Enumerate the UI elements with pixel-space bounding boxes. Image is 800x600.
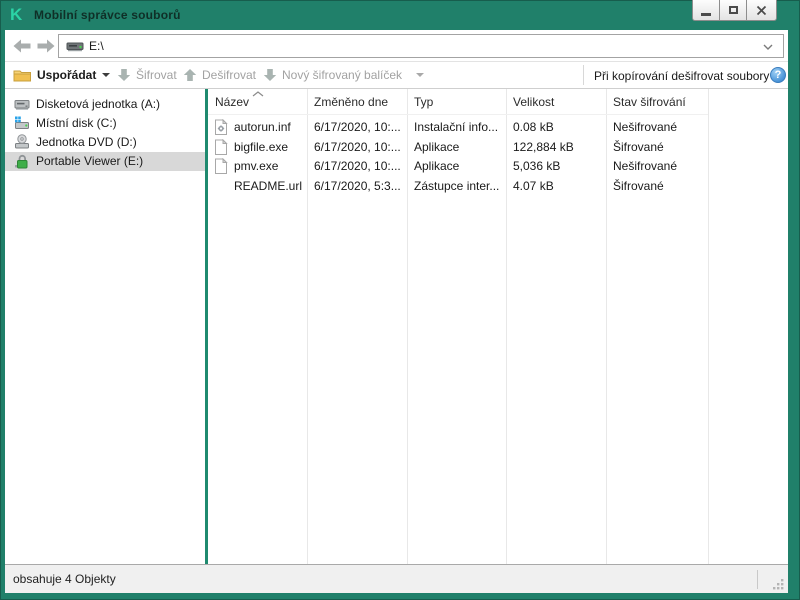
drive-label: Portable Viewer (E:) <box>36 154 144 168</box>
back-button[interactable] <box>11 38 33 54</box>
sidebar-item-drive-c[interactable]: Místní disk (C:) <box>5 114 205 133</box>
file-encryption-status: Nešifrované <box>613 120 678 134</box>
file-type: Zástupce inter... <box>414 179 500 193</box>
file-name: autorun.inf <box>234 120 291 134</box>
arrow-down-icon <box>117 69 131 81</box>
window-title: Mobilní správce souborů <box>34 8 181 22</box>
navigation-bar: E:\ <box>5 30 788 62</box>
header-divider <box>208 114 708 115</box>
sidebar-item-drive-e-selected[interactable]: Portable Viewer (E:) <box>5 152 205 171</box>
maximize-button[interactable] <box>719 0 747 21</box>
generic-file-icon <box>215 139 228 155</box>
file-encryption-status: Šifrované <box>613 140 664 154</box>
file-modified: 6/17/2020, 10:... <box>314 120 401 134</box>
file-row-readme-url[interactable]: README.url 6/17/2020, 5:3... Zástupce in… <box>208 177 788 196</box>
address-bar[interactable]: E:\ <box>58 34 784 58</box>
minimize-button[interactable] <box>692 0 720 21</box>
toolbar-separator <box>583 65 584 85</box>
column-header-modified[interactable]: Změněno dne <box>314 89 388 114</box>
close-icon <box>756 5 767 15</box>
file-list: Název Změněno dne Typ Velikost Stav šifr… <box>208 89 788 564</box>
file-size: 4.07 kB <box>513 179 554 193</box>
organize-label: Uspořádat <box>37 68 97 82</box>
file-encryption-status: Šifrované <box>613 179 664 193</box>
minimize-icon <box>701 12 711 16</box>
file-name: bigfile.exe <box>234 140 289 154</box>
organize-button[interactable]: Uspořádat <box>13 62 111 88</box>
folder-icon <box>13 70 31 81</box>
encrypt-button[interactable]: Šifrovat <box>117 62 177 88</box>
setup-info-file-icon <box>215 119 228 135</box>
status-text: obsahuje 4 Objekty <box>13 572 116 586</box>
file-name: README.url <box>234 179 303 193</box>
arrow-up-icon <box>183 69 197 81</box>
maximize-icon <box>728 6 738 14</box>
sort-ascending-icon <box>252 91 264 97</box>
file-size: 122,884 kB <box>513 140 574 154</box>
file-type: Aplikace <box>414 159 460 173</box>
encrypt-label: Šifrovat <box>136 68 177 82</box>
drive-label: Disketová jednotka (A:) <box>36 97 161 111</box>
statusbar-separator <box>757 570 758 589</box>
file-row-bigfile-exe[interactable]: bigfile.exe 6/17/2020, 10:... Aplikace 1… <box>208 138 788 157</box>
window-controls <box>692 0 777 21</box>
hard-drive-icon <box>15 116 29 129</box>
file-type: Instalační info... <box>414 120 499 134</box>
floppy-drive-icon <box>14 100 30 110</box>
sidebar-item-drive-d[interactable]: Jednotka DVD (D:) <box>5 133 205 152</box>
help-icon[interactable] <box>770 67 786 83</box>
file-size: 0.08 kB <box>513 120 554 134</box>
dvd-drive-icon <box>15 134 29 149</box>
status-bar: obsahuje 4 Objekty <box>5 564 788 593</box>
file-modified: 6/17/2020, 10:... <box>314 140 401 154</box>
file-name: pmv.exe <box>234 159 279 173</box>
titlebar: K Mobilní správce souborů <box>0 0 800 30</box>
address-path: E:\ <box>89 39 104 53</box>
chevron-down-icon[interactable] <box>763 44 773 51</box>
drive-icon <box>66 42 84 52</box>
file-row-pmv-exe[interactable]: pmv.exe 6/17/2020, 10:... Aplikace 5,036… <box>208 157 788 176</box>
new-package-dropdown-caret-icon <box>416 73 425 77</box>
generic-file-icon <box>215 158 228 174</box>
file-size: 5,036 kB <box>513 159 561 173</box>
drive-label: Místní disk (C:) <box>36 116 117 130</box>
forward-button[interactable] <box>35 38 57 54</box>
new-encrypted-package-label: Nový šifrovaný balíček <box>282 68 403 82</box>
file-row-autorun-inf[interactable]: autorun.inf 6/17/2020, 10:... Instalační… <box>208 118 788 137</box>
drive-list: Disketová jednotka (A:) Místní disk (C:)… <box>5 89 205 564</box>
column-header-size[interactable]: Velikost <box>513 89 554 114</box>
organize-dropdown-caret-icon <box>102 73 111 77</box>
decrypt-on-copy-label: Při kopírování dešifrovat soubory <box>594 69 770 83</box>
new-encrypted-package-button[interactable]: Nový šifrovaný balíček <box>263 62 425 88</box>
decrypt-label: Dešifrovat <box>202 68 257 82</box>
file-encryption-status: Nešifrované <box>613 159 678 173</box>
arrow-down-icon <box>263 69 277 81</box>
column-header-name[interactable]: Název <box>215 89 249 114</box>
file-modified: 6/17/2020, 10:... <box>314 159 401 173</box>
column-header-type[interactable]: Typ <box>414 89 433 114</box>
column-header-encryption-status[interactable]: Stav šifrování <box>613 89 686 114</box>
resize-grip-icon[interactable] <box>772 578 784 590</box>
sidebar-item-drive-a[interactable]: Disketová jednotka (A:) <box>5 95 205 114</box>
toolbar: Uspořádat Šifrovat Dešifrovat Nový šifro… <box>5 62 788 89</box>
file-modified: 6/17/2020, 5:3... <box>314 179 401 193</box>
close-button[interactable] <box>746 0 777 21</box>
decrypt-button[interactable]: Dešifrovat <box>183 62 256 88</box>
app-window: K Mobilní správce souborů E:\ Uspořádat … <box>0 0 800 600</box>
file-type: Aplikace <box>414 140 460 154</box>
kaspersky-logo-icon: K <box>10 5 23 24</box>
drive-label: Jednotka DVD (D:) <box>36 135 137 149</box>
encrypted-drive-lock-icon <box>15 154 28 169</box>
